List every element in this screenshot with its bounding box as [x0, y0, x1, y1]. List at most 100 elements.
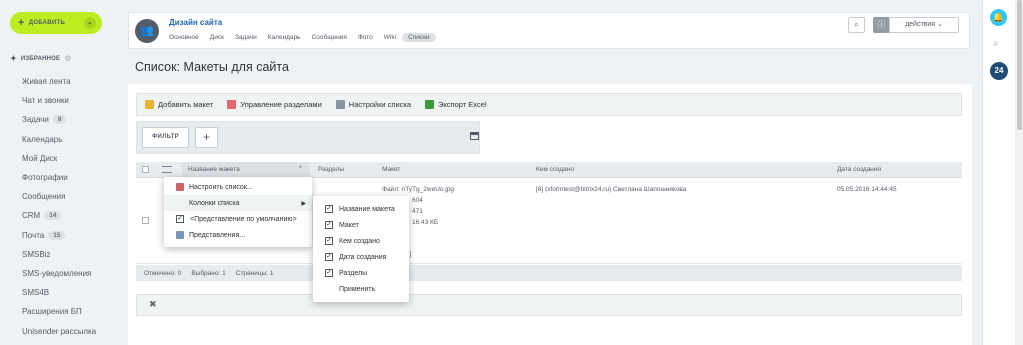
column-option-name[interactable]: ✓ Название макета [313, 201, 409, 217]
columns-submenu: ✓ Название макета ✓ Макет ✓ Кем создано ✓ Да… [313, 196, 409, 302]
manage-sections-button[interactable]: Управление разделами [227, 100, 322, 109]
file-name[interactable]: Файл: nTyTg_2weUo.jpg [382, 186, 454, 193]
sidebar-item-unisender[interactable]: Unisender рассылка [22, 321, 96, 340]
sidebar-menu: Живая лента Чат и звонки Задачи 8 Календа… [22, 72, 96, 341]
tasks-counter-badge: 8 [52, 115, 67, 125]
sidebar-item-messages[interactable]: Сообщения [22, 187, 96, 206]
submenu-arrow-icon: ▶ [301, 200, 306, 207]
tab-main[interactable]: Основное [169, 33, 199, 42]
group-tabs: Основное Диск Задачи Календарь Сообщения… [169, 33, 447, 42]
sidebar-item-sms-notifications[interactable]: SMS-уведомления [22, 264, 96, 283]
search-icon[interactable]: ⌕ [993, 38, 999, 49]
menu-item-configure-list[interactable]: Настроить список... [164, 179, 312, 195]
chevron-down-icon[interactable]: ⌄ [84, 17, 96, 29]
table-header: Название макета ^ Разделы Макет Кем созд… [136, 162, 962, 178]
sidebar-item-smsbiz[interactable]: SMSBiz [22, 245, 96, 264]
check-icon[interactable]: ✓ [325, 253, 333, 261]
pages-count: Страницы: 1 [235, 269, 274, 277]
column-header-name[interactable]: Название макета [188, 166, 240, 173]
menu-item-list-columns[interactable]: Колонки списка ▶ [164, 195, 312, 211]
select-all-checkbox[interactable] [142, 166, 149, 173]
tab-photo[interactable]: Фото [358, 33, 373, 42]
check-icon[interactable]: ✓ [325, 205, 333, 213]
sidebar-item-calendar[interactable]: Календарь [22, 130, 96, 149]
page-title: Список: Макеты для сайта [135, 60, 289, 74]
page-scrollbar[interactable] [1015, 0, 1023, 345]
column-option-layout[interactable]: ✓ Макет [313, 217, 409, 233]
selected-count: Выбрано: 1 [191, 269, 226, 277]
filter-bar: ФИЛЬТР + [136, 121, 480, 154]
settings-icon [335, 100, 345, 109]
file-size: 16.43 КБ [412, 219, 439, 226]
sidebar-item-tasks[interactable]: Задачи 8 [22, 110, 96, 129]
add-button-label: ДОБАВИТЬ [28, 20, 66, 26]
close-icon[interactable]: ✖ [149, 299, 157, 310]
favorites-label: ИЗБРАННОЕ [20, 55, 61, 62]
views-icon [176, 231, 184, 239]
menu-item-views[interactable]: Представления... [164, 227, 312, 243]
group-avatar-icon[interactable]: 👥 [135, 19, 159, 43]
column-option-sections[interactable]: ✓ Разделы [313, 265, 409, 281]
author-cell[interactable]: [8] (xformtest@bitrix24.ru) Светлана Шап… [536, 186, 686, 193]
apply-columns-button[interactable]: Применить [313, 281, 409, 297]
sidebar-item-crm[interactable]: CRM 14 [22, 206, 96, 225]
add-button[interactable]: + ДОБАВИТЬ ⌄ [10, 12, 102, 34]
check-icon[interactable]: ✓ [325, 269, 333, 277]
column-header-sections[interactable]: Разделы [318, 166, 344, 173]
sidebar-item-photos[interactable]: Фотографии [22, 168, 96, 187]
check-icon[interactable]: ✓ [325, 221, 333, 229]
sidebar-item-live-feed[interactable]: Живая лента [22, 72, 96, 91]
search-icon[interactable]: ⌕ [848, 17, 865, 33]
add-layout-button[interactable]: Добавить макет [145, 100, 213, 109]
left-sidebar: + ДОБАВИТЬ ⌄ ✦ ИЗБРАННОЕ ⚙ Живая лента Ч… [0, 0, 118, 345]
menu-item-default-view[interactable]: ✓ <Представление по умолчанию> [164, 211, 312, 227]
column-context-menu: Настроить список... Колонки списка ▶ ✓ <Пр… [164, 177, 312, 247]
scrollbar-thumb[interactable] [1017, 0, 1022, 130]
add-filter-button[interactable]: + [195, 127, 218, 148]
sort-arrow-icon[interactable]: ^ [299, 166, 302, 172]
date-cell: 05.05.2016 14:44:45 [837, 186, 897, 193]
bell-icon[interactable]: 🔔 [990, 9, 1007, 26]
sidebar-item-sms4b[interactable]: SMS4B [22, 283, 96, 302]
filter-button[interactable]: ФИЛЬТР [142, 127, 189, 148]
sidebar-item-mail[interactable]: Почта 15 [22, 226, 96, 245]
table-menu-icon[interactable] [162, 166, 172, 173]
pin-icon: ✦ [10, 54, 17, 63]
add-icon [145, 100, 154, 109]
file-width: 604 [412, 197, 423, 204]
column-option-date[interactable]: ✓ Дата создания [313, 249, 409, 265]
column-header-author[interactable]: Кем создано [536, 166, 574, 173]
export-excel-button[interactable]: Экспорт Excel [425, 100, 487, 109]
check-icon[interactable]: ✓ [325, 237, 333, 245]
favorites-header[interactable]: ✦ ИЗБРАННОЕ ⚙ [10, 54, 72, 63]
sidebar-item-chat[interactable]: Чат и звонки [22, 91, 96, 110]
tab-wiki[interactable]: Wiki [384, 33, 396, 42]
grid-view-icon[interactable] [470, 132, 479, 140]
column-option-author[interactable]: ✓ Кем создано [313, 233, 409, 249]
tab-messages[interactable]: Сообщения [312, 33, 347, 42]
marked-count: Отмечено: 0 [144, 269, 182, 277]
main-area: 👥 Дизайн сайта Основное Диск Задачи Кале… [128, 0, 972, 345]
info-icon[interactable]: ⓘ [873, 17, 890, 33]
sidebar-item-my-drive[interactable]: Мой Диск [22, 149, 96, 168]
tab-calendar[interactable]: Календарь [268, 33, 301, 42]
gear-icon[interactable]: ⚙ [64, 54, 71, 63]
table-footer: Отмечено: 0 Выбрано: 1 Страницы: 1 [136, 265, 962, 281]
configure-icon [176, 183, 184, 191]
group-title[interactable]: Дизайн сайта [169, 18, 222, 27]
column-header-layout[interactable]: Макет [382, 166, 400, 173]
tab-lists[interactable]: Списки [402, 33, 436, 42]
tab-disk[interactable]: Диск [210, 33, 224, 42]
sections-icon [227, 100, 237, 109]
sidebar-item-bp-extensions[interactable]: Расширения БП [22, 302, 96, 321]
file-height: 471 [412, 208, 423, 215]
list-settings-button[interactable]: Настройки списка [335, 100, 411, 109]
actions-button[interactable]: действия ⌄ [889, 17, 959, 33]
column-header-date[interactable]: Дата создания [837, 166, 881, 173]
tab-tasks[interactable]: Задачи [235, 33, 257, 42]
bitrix24-logo-icon[interactable]: 24 [990, 62, 1008, 80]
mail-counter-badge: 15 [48, 230, 66, 240]
plus-icon: + [18, 17, 25, 29]
crm-counter-badge: 14 [44, 211, 62, 221]
row-checkbox[interactable] [142, 217, 149, 224]
